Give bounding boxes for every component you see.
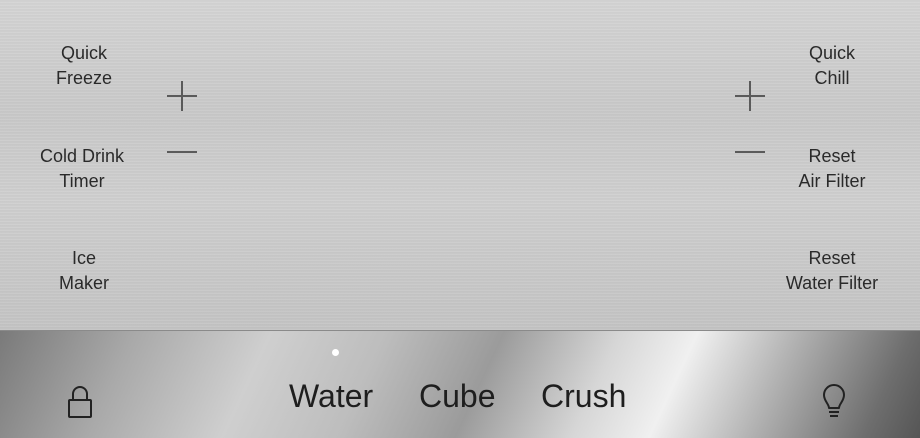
left-plus-button[interactable] xyxy=(165,79,199,113)
ice-maker-label-line1: Ice xyxy=(71,248,96,268)
ice-maker-button[interactable]: Ice Maker xyxy=(40,246,128,296)
quick-freeze-label-line2: Freeze xyxy=(55,68,113,88)
minus-icon xyxy=(167,151,197,153)
reset-water-filter-label-line2: Water Filter xyxy=(785,273,879,293)
cold-drink-timer-button[interactable]: Cold Drink Timer xyxy=(22,144,142,194)
control-panel: Quick Freeze Cold Drink Timer Ice Maker xyxy=(0,0,920,438)
selected-mode-indicator xyxy=(332,349,339,356)
reset-air-filter-button[interactable]: Reset Air Filter xyxy=(772,144,892,194)
light-bulb-icon xyxy=(823,384,845,417)
reset-air-filter-label-line1: Reset xyxy=(808,146,856,166)
right-plus-button[interactable] xyxy=(733,79,767,113)
quick-freeze-button[interactable]: Quick Freeze xyxy=(40,41,128,91)
cube-mode-button[interactable]: Cube xyxy=(419,378,496,415)
cold-drink-timer-label-line1: Cold Drink xyxy=(39,146,125,166)
light-button[interactable] xyxy=(820,384,848,427)
reset-water-filter-label-line1: Reset xyxy=(808,248,856,268)
cold-drink-timer-label-line2: Timer xyxy=(59,171,105,191)
right-minus-button[interactable] xyxy=(733,135,767,169)
reset-water-filter-button[interactable]: Reset Water Filter xyxy=(766,246,898,296)
crush-mode-button[interactable]: Crush xyxy=(541,378,626,415)
quick-chill-button[interactable]: Quick Chill xyxy=(782,41,882,91)
quick-chill-label-line1: Quick xyxy=(808,43,855,63)
left-minus-button[interactable] xyxy=(165,135,199,169)
quick-chill-label-line2: Chill xyxy=(814,68,850,88)
ice-maker-label-line2: Maker xyxy=(58,273,109,293)
plus-icon xyxy=(735,81,765,111)
water-mode-button[interactable]: Water xyxy=(289,378,373,415)
reset-air-filter-label-line2: Air Filter xyxy=(798,171,866,191)
lock-icon xyxy=(68,386,92,418)
minus-icon xyxy=(735,151,765,153)
lock-button[interactable] xyxy=(66,384,94,425)
quick-freeze-label-line1: Quick xyxy=(60,43,107,63)
plus-icon xyxy=(167,81,197,111)
